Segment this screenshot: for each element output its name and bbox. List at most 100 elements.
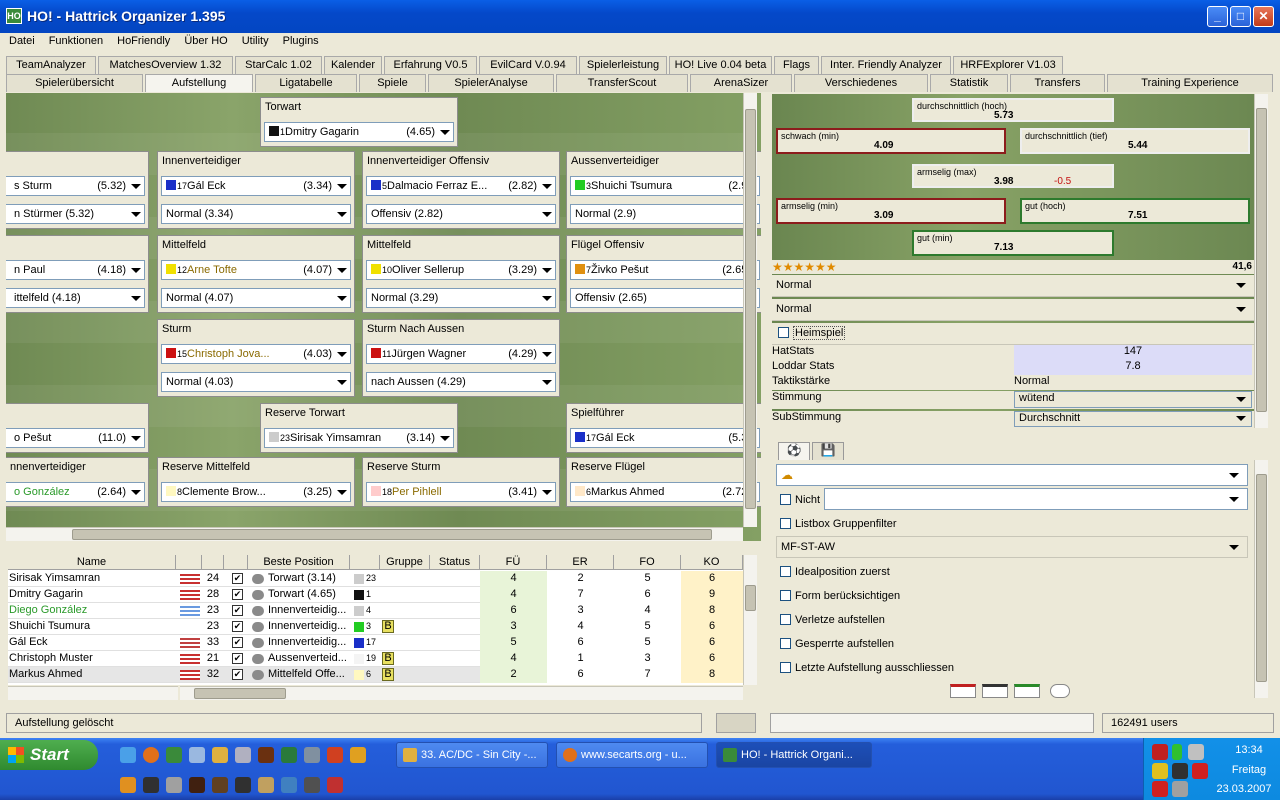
col-name[interactable]: Name xyxy=(8,555,176,570)
menu-hofriendly[interactable]: HoFriendly xyxy=(108,33,175,47)
table-vertical-scrollbar[interactable] xyxy=(743,555,757,685)
app-icon-11[interactable] xyxy=(350,747,366,763)
field-vertical-scrollbar[interactable] xyxy=(743,93,757,527)
app-tray-icon-1[interactable] xyxy=(1152,763,1168,779)
winamp-icon[interactable] xyxy=(212,747,228,763)
table-left-hscrollbar[interactable] xyxy=(8,686,178,700)
stimmung-select[interactable]: wütend xyxy=(1014,391,1252,408)
ho-icon[interactable] xyxy=(166,747,182,763)
player-select-left-1[interactable]: s Sturm (5.32) xyxy=(6,176,145,196)
order-select-fo[interactable]: Offensiv (2.65) xyxy=(570,288,760,308)
formation-red-icon[interactable] xyxy=(950,684,976,698)
app-icon-19[interactable] xyxy=(281,777,297,793)
option-letzte-aufstellung[interactable]: Letzte Aufstellung ausschliessen xyxy=(780,662,954,674)
tab-holive[interactable]: HO! Live 0.04 beta xyxy=(669,56,772,74)
task-secarts[interactable]: www.secarts.org - u... xyxy=(556,742,708,768)
checkbox[interactable]: ✔ xyxy=(232,669,243,680)
app-icon-13[interactable] xyxy=(143,777,159,793)
app-tray-icon-4[interactable] xyxy=(1152,781,1168,797)
clock-time[interactable]: 13:34 xyxy=(1224,744,1274,756)
checkbox[interactable] xyxy=(780,590,791,601)
scroll-thumb[interactable] xyxy=(745,109,756,509)
app-icon-8[interactable] xyxy=(281,747,297,763)
field-horizontal-scrollbar[interactable] xyxy=(6,527,743,541)
group-filter-select[interactable] xyxy=(824,488,1248,510)
minimize-button[interactable]: _ xyxy=(1207,6,1228,27)
formation-grey-icon[interactable] xyxy=(982,684,1008,698)
menu-plugins[interactable]: Plugins xyxy=(274,33,324,47)
app-icon-18[interactable] xyxy=(258,777,274,793)
table-row[interactable]: Dmitry Gagarin 28 ✔ Torwart (4.65) 1 4 7 6 9 xyxy=(8,587,743,603)
table-row[interactable]: Diego González 23 ✔ Innenverteidig... 4 6 3 4 8 xyxy=(8,603,743,619)
app-icon-6[interactable] xyxy=(235,747,251,763)
scroll-thumb[interactable] xyxy=(1256,108,1267,412)
formation-select[interactable]: MF-ST-AW xyxy=(776,536,1248,558)
checkbox[interactable] xyxy=(780,614,791,625)
col-shirt[interactable] xyxy=(350,555,380,570)
player-select-left-4[interactable]: o González (2.64) xyxy=(6,482,145,502)
player-select-kapitaen[interactable]: 17Gál Eck (5.3) xyxy=(570,428,760,448)
menu-utility[interactable]: Utility xyxy=(233,33,274,47)
tab-teamanalyzer[interactable]: TeamAnalyzer xyxy=(6,56,96,74)
option-gesperrte[interactable]: Gesperrte aufstellen xyxy=(780,638,894,650)
player-select-rst[interactable]: 18Per Pihlell (3.41) xyxy=(366,482,556,502)
order-select-iv[interactable]: Normal (3.34) xyxy=(161,204,351,224)
tab-hrfexplorer[interactable]: HRFExplorer V1.03 xyxy=(953,56,1063,74)
col-flag[interactable] xyxy=(176,555,202,570)
tab-spieleruebersicht[interactable]: Spielerübersicht xyxy=(6,74,143,92)
ati-icon[interactable] xyxy=(1152,744,1168,760)
app-icon-9[interactable] xyxy=(304,747,320,763)
col-ko[interactable]: KO xyxy=(681,555,743,570)
player-select-fo[interactable]: 7Živko Pešut (2.65) xyxy=(570,260,760,280)
player-select-rmf[interactable]: 8Clemente Brow... (3.25) xyxy=(161,482,351,502)
checkbox[interactable] xyxy=(780,638,791,649)
scroll-thumb[interactable] xyxy=(1256,474,1267,682)
col-age[interactable] xyxy=(202,555,224,570)
player-select-mf1[interactable]: 12Arne Tofte (4.07) xyxy=(161,260,351,280)
tab-training-experience[interactable]: Training Experience xyxy=(1107,74,1273,92)
scroll-thumb[interactable] xyxy=(194,688,286,699)
app-tray-icon-2[interactable] xyxy=(1172,763,1188,779)
tab-evilcard[interactable]: EvilCard V.0.94 xyxy=(479,56,577,74)
tab-kalender[interactable]: Kalender xyxy=(324,56,382,74)
col-check[interactable] xyxy=(224,555,248,570)
table-row[interactable]: Sirisak Yimsamran 24 ✔ Torwart (3.14) 23 4 2 5 6 xyxy=(8,571,743,587)
player-select-av[interactable]: 3Shuichi Tsumura (2.9) xyxy=(570,176,760,196)
checkbox[interactable]: ✔ xyxy=(232,653,243,664)
checkbox[interactable] xyxy=(780,494,791,505)
player-select-sna[interactable]: 11Jürgen Wagner (4.29) xyxy=(366,344,556,364)
app-icon-17[interactable] xyxy=(235,777,251,793)
order-select-left-2[interactable]: ittelfeld (4.18) xyxy=(6,288,145,308)
ball-button-icon[interactable] xyxy=(1050,684,1070,698)
col-gruppe[interactable]: Gruppe xyxy=(380,555,430,570)
heimspiel-checkbox[interactable]: Heimspiel xyxy=(772,323,1254,345)
app-icon-7[interactable] xyxy=(258,747,274,763)
table-row[interactable]: Christoph Muster 21 ✔ Aussenverteid... 19 B 4 1… xyxy=(8,651,743,667)
app-icon-10[interactable] xyxy=(327,747,343,763)
tab-statistik[interactable]: Statistik xyxy=(930,74,1008,92)
assistant-scrollbar[interactable] xyxy=(1254,460,1268,698)
table-row[interactable]: Markus Ahmed 32 ✔ Mittelfeld Offe... 6 B 2 6 7 8 xyxy=(8,667,743,683)
tab-transfers[interactable]: Transfers xyxy=(1010,74,1105,92)
table-row[interactable]: Shuichi Tsumura 23 ✔ Innenverteidig... 3 B 3 4 5… xyxy=(8,619,743,635)
menu-datei[interactable]: Datei xyxy=(0,33,40,47)
checkbox[interactable]: ✔ xyxy=(232,589,243,600)
menu-funktionen[interactable]: Funktionen xyxy=(40,33,108,47)
start-button[interactable]: Start xyxy=(0,740,98,770)
substimmung-select[interactable]: Durchschnitt xyxy=(1014,411,1252,427)
weather-select[interactable]: ☁ xyxy=(776,464,1248,486)
tab-spiele[interactable]: Spiele xyxy=(359,74,426,92)
save-icon[interactable]: 💾 xyxy=(812,442,844,460)
task-ho[interactable]: HO! - Hattrick Organi... xyxy=(716,742,872,768)
formation-green-icon[interactable] xyxy=(1014,684,1040,698)
player-select-torwart[interactable]: 1Dmitry Gagarin (4.65) xyxy=(264,122,454,142)
scroll-thumb[interactable] xyxy=(72,529,712,540)
col-er[interactable]: ER xyxy=(547,555,614,570)
tab-transferscout[interactable]: TransferScout xyxy=(556,74,688,92)
table-row[interactable]: Gál Eck 33 ✔ Innenverteidig... 17 5 6 5 6 xyxy=(8,635,743,651)
col-fu[interactable]: FÜ xyxy=(480,555,547,570)
col-fo[interactable]: FO xyxy=(614,555,681,570)
col-beste-position[interactable]: Beste Position xyxy=(248,555,350,570)
app-icon-20[interactable] xyxy=(304,777,320,793)
checkbox[interactable] xyxy=(780,662,791,673)
